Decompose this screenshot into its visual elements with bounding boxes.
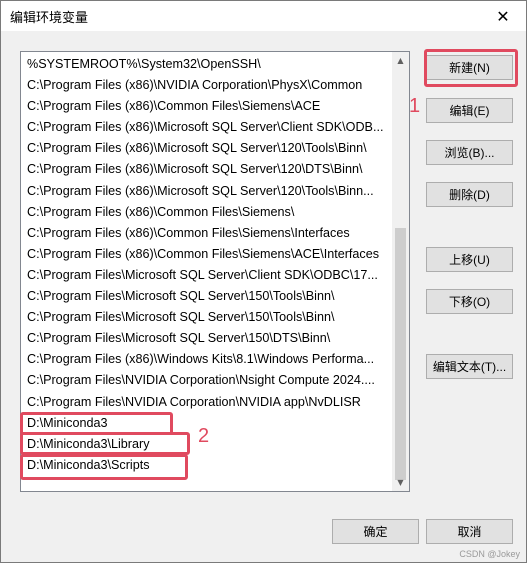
dialog-title: 编辑环境变量 bbox=[10, 11, 89, 26]
path-list-item[interactable]: %SYSTEMROOT%\System32\OpenSSH\ bbox=[21, 54, 394, 75]
path-list-item[interactable]: C:\Program Files\Microsoft SQL Server\15… bbox=[21, 328, 394, 349]
path-list-item[interactable]: C:\Program Files\Microsoft SQL Server\Cl… bbox=[21, 265, 394, 286]
watermark: CSDN @Jokey bbox=[459, 549, 520, 559]
path-list-item[interactable]: C:\Program Files (x86)\Common Files\Siem… bbox=[21, 244, 394, 265]
edit-env-variable-dialog: 编辑环境变量 ✕ %SYSTEMROOT%\System32\OpenSSH\ C… bbox=[0, 0, 527, 563]
path-list-item[interactable]: C:\Program Files\NVIDIA Corporation\NVID… bbox=[21, 392, 394, 413]
move-down-button[interactable]: 下移(O) bbox=[426, 289, 513, 314]
move-up-button[interactable]: 上移(U) bbox=[426, 247, 513, 272]
scroll-thumb[interactable] bbox=[395, 228, 406, 480]
path-list-item[interactable]: C:\Program Files (x86)\Microsoft SQL Ser… bbox=[21, 138, 394, 159]
title-bar: 编辑环境变量 ✕ bbox=[1, 1, 526, 31]
path-list-item[interactable]: C:\Program Files (x86)\Common Files\Siem… bbox=[21, 96, 394, 117]
path-list-item[interactable]: C:\Program Files (x86)\NVIDIA Corporatio… bbox=[21, 75, 394, 96]
edit-text-button[interactable]: 编辑文本(T)... bbox=[426, 354, 513, 379]
scroll-down-arrow-icon[interactable]: ▼ bbox=[392, 474, 409, 491]
path-list-item[interactable]: C:\Program Files (x86)\Common Files\Siem… bbox=[21, 202, 394, 223]
path-list-item[interactable]: C:\Program Files\Microsoft SQL Server\15… bbox=[21, 286, 394, 307]
path-list-item[interactable]: C:\Program Files (x86)\Microsoft SQL Ser… bbox=[21, 181, 394, 202]
browse-button[interactable]: 浏览(B)... bbox=[426, 140, 513, 165]
new-button-highlight-box bbox=[424, 49, 518, 87]
path-list-item[interactable]: C:\Program Files\NVIDIA Corporation\Nsig… bbox=[21, 370, 394, 391]
path-list-item[interactable]: C:\Program Files (x86)\Windows Kits\8.1\… bbox=[21, 349, 394, 370]
close-button[interactable]: ✕ bbox=[480, 1, 526, 31]
path-list-item[interactable]: C:\Program Files (x86)\Microsoft SQL Ser… bbox=[21, 117, 394, 138]
path-highlight-box-2 bbox=[20, 432, 190, 455]
delete-button[interactable]: 删除(D) bbox=[426, 182, 513, 207]
edit-button[interactable]: 编辑(E) bbox=[426, 98, 513, 123]
path-list-item[interactable]: C:\Program Files\Microsoft SQL Server\15… bbox=[21, 307, 394, 328]
ok-button[interactable]: 确定 bbox=[332, 519, 419, 544]
annotation-marker-1: 1 bbox=[409, 95, 421, 117]
path-highlight-box-3 bbox=[20, 454, 188, 480]
vertical-scrollbar[interactable]: ▲ ▼ bbox=[392, 52, 409, 491]
path-list-item[interactable]: C:\Program Files (x86)\Microsoft SQL Ser… bbox=[21, 159, 394, 180]
scroll-up-arrow-icon[interactable]: ▲ bbox=[392, 52, 409, 69]
cancel-button[interactable]: 取消 bbox=[426, 519, 513, 544]
path-list-item[interactable]: C:\Program Files (x86)\Common Files\Siem… bbox=[21, 223, 394, 244]
annotation-marker-2: 2 bbox=[198, 425, 210, 447]
